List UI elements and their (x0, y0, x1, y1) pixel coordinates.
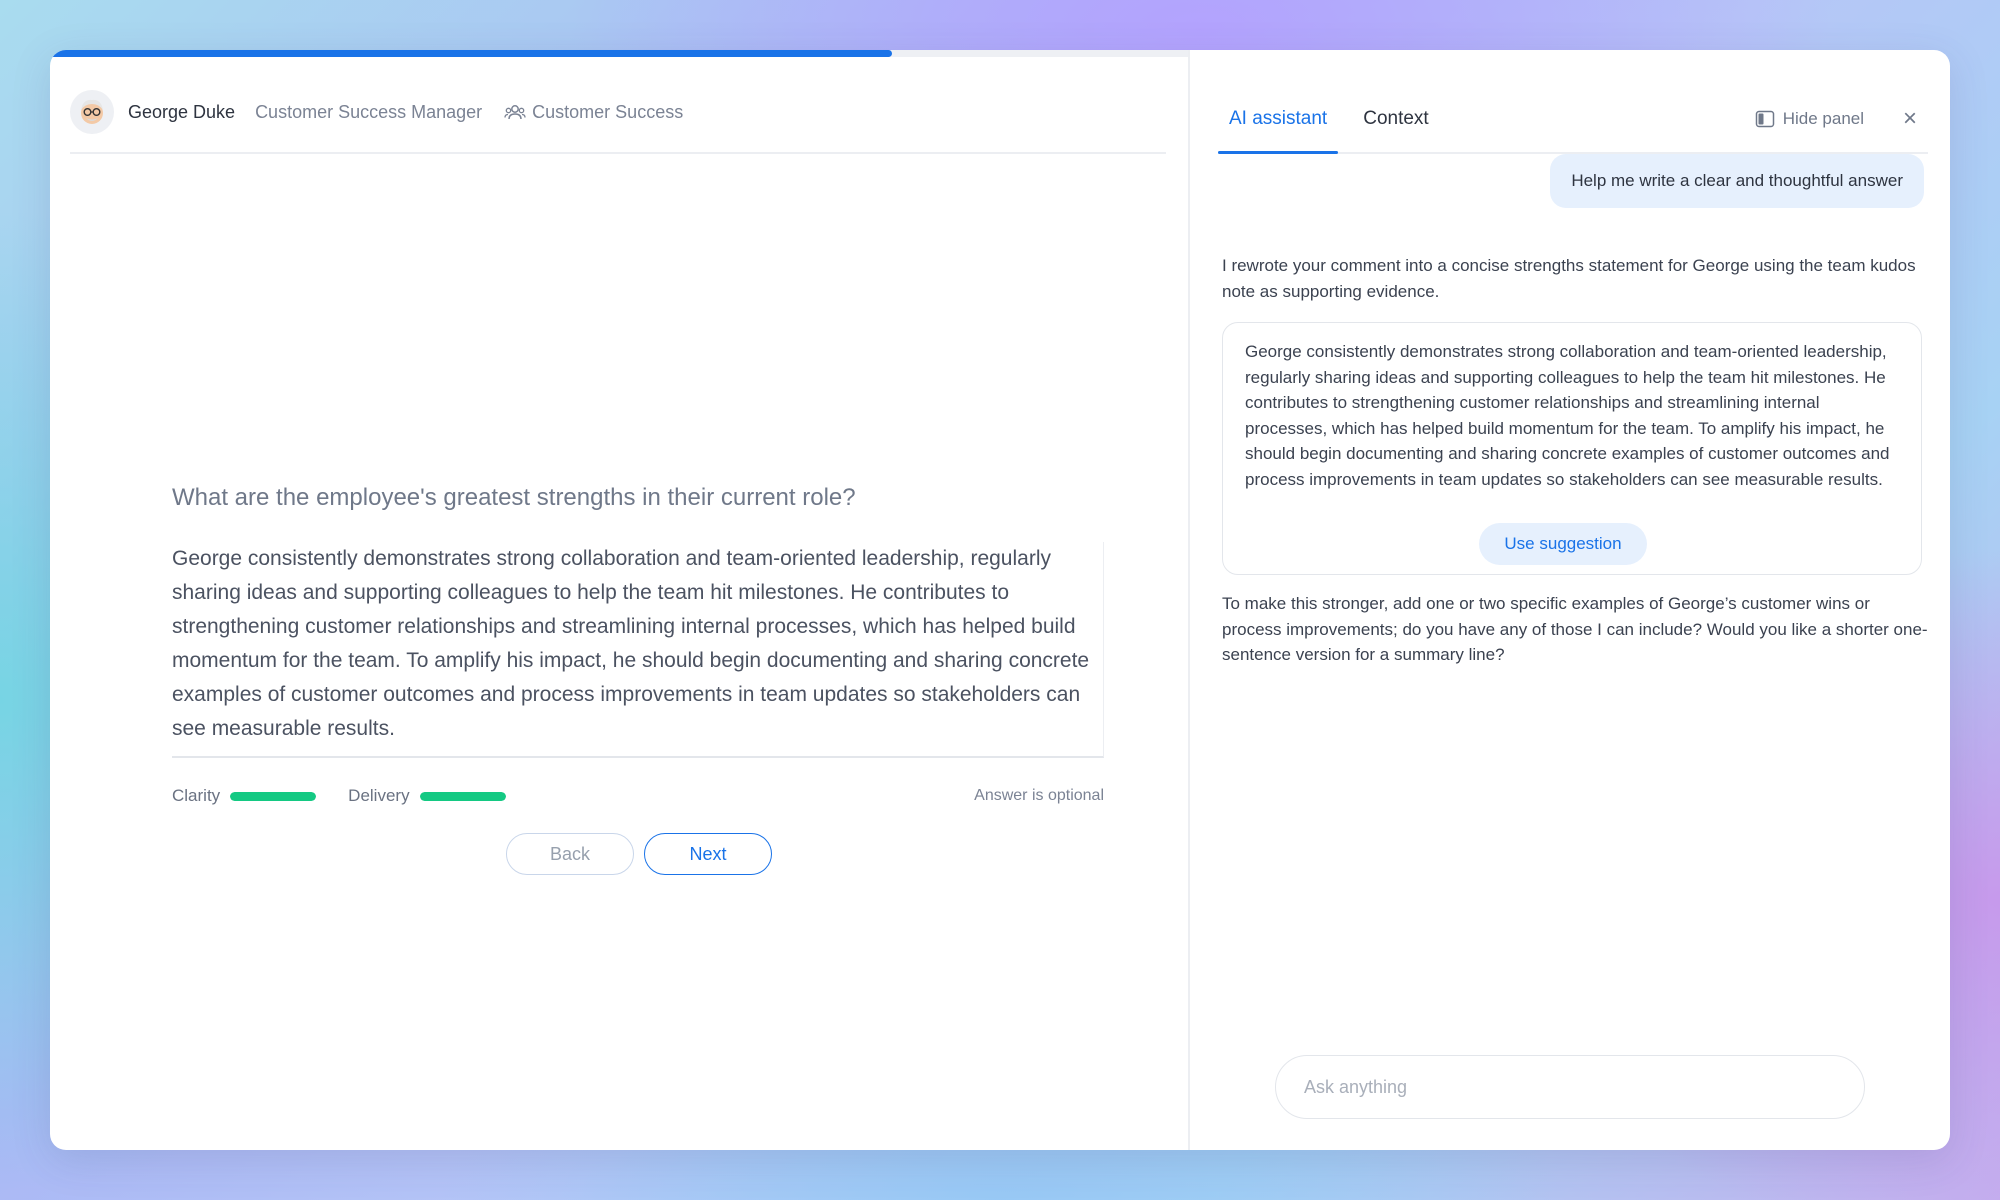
employee-team: Customer Success (504, 102, 683, 123)
assistant-intro: I rewrote your comment into a concise st… (1222, 256, 1916, 301)
review-pane: George Duke Customer Success Manager Cus… (50, 50, 1190, 1150)
close-icon[interactable]: × (1898, 105, 1922, 133)
employee-header: George Duke Customer Success Manager Cus… (70, 72, 1166, 154)
clarity-label: Clarity (172, 786, 221, 805)
suggestion-text: George consistently demonstrates strong … (1245, 342, 1890, 489)
ask-input[interactable] (1275, 1055, 1865, 1119)
user-message: Help me write a clear and thoughtful ans… (1550, 154, 1924, 208)
review-window: George Duke Customer Success Manager Cus… (50, 50, 1950, 1150)
delivery-meter-fill (419, 791, 506, 801)
back-button[interactable]: Back (506, 833, 634, 875)
delivery-meter (419, 791, 506, 801)
employee-name: George Duke (128, 101, 236, 122)
hide-panel-button[interactable]: Hide panel (1755, 109, 1864, 129)
tab-context[interactable]: Context (1352, 86, 1439, 152)
question-text: What are the employee's greatest strengt… (172, 484, 856, 511)
people-icon (504, 105, 526, 120)
avatar (70, 90, 114, 134)
clarity-meter (230, 791, 317, 801)
clarity-meter-fill (230, 791, 317, 801)
answer-meta: Clarity Delivery Answer is optional (172, 786, 1104, 806)
team-label: Customer Success (532, 101, 684, 122)
panel-toggle-icon (1755, 110, 1774, 128)
delivery-label: Delivery (348, 786, 410, 805)
assistant-followup: To make this stronger, add one or two sp… (1222, 594, 1928, 665)
answer-text[interactable]: George consistently demonstrates strong … (172, 542, 1103, 746)
assistant-panel: AI assistant Context Hide panel × Help m… (1190, 50, 1950, 1150)
optional-note: Answer is optional (974, 787, 1104, 804)
employee-role: Customer Success Manager (255, 101, 483, 122)
progress-fill (50, 50, 893, 57)
panel-tabs: AI assistant Context Hide panel × (1218, 86, 1928, 154)
hide-panel-label: Hide panel (1782, 109, 1864, 128)
progress-bar (50, 50, 1188, 57)
question-nav: Back Next (506, 833, 772, 875)
tab-ai-assistant[interactable]: AI assistant (1218, 86, 1339, 154)
next-button[interactable]: Next (644, 833, 772, 875)
use-suggestion-button[interactable]: Use suggestion (1479, 523, 1647, 565)
suggestion-card: George consistently demonstrates strong … (1222, 322, 1922, 575)
answer-field[interactable]: George consistently demonstrates strong … (172, 542, 1104, 758)
question-section: What are the employee's greatest strengt… (172, 482, 1104, 806)
